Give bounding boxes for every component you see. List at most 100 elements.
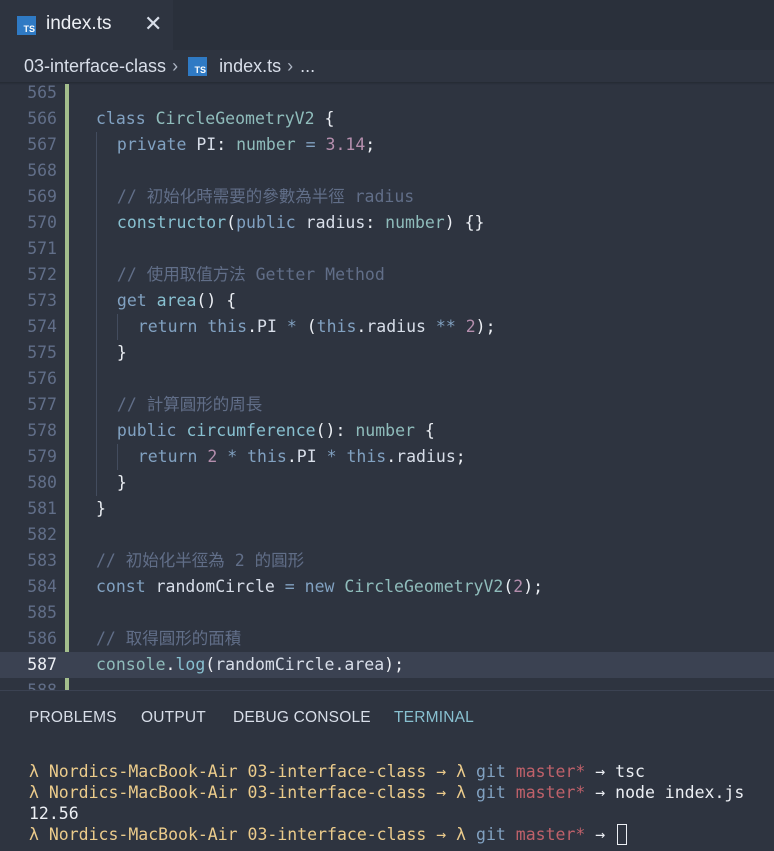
- code-line[interactable]: 568: [0, 158, 774, 184]
- code-text: const randomCircle = new CircleGeometryV…: [96, 574, 543, 600]
- code-line[interactable]: 577 // 計算圓形的周長: [0, 392, 774, 418]
- indent-guide: [96, 418, 97, 444]
- line-number: 581: [27, 499, 57, 518]
- code-text: return 2 * this.PI * this.radius;: [138, 444, 466, 470]
- terminal-git-label: git: [476, 783, 516, 802]
- code-token: *: [276, 317, 307, 336]
- tab-problems[interactable]: PROBLEMS: [29, 709, 117, 727]
- code-token: public: [116, 421, 187, 440]
- indent-guide: [96, 262, 97, 288]
- code-token: radius: [366, 317, 426, 336]
- code-token: 2: [207, 447, 218, 466]
- chevron-right-icon: ›: [172, 55, 179, 76]
- tab-debug-console[interactable]: DEBUG CONSOLE: [233, 709, 371, 727]
- code-line[interactable]: 579 return 2 * this.PI * this.radius;: [0, 444, 774, 470]
- code-token: // 初始化半徑為 2 的圓形: [96, 551, 305, 570]
- breadcrumb-more[interactable]: ...: [300, 56, 315, 77]
- code-line[interactable]: 583 // 初始化半徑為 2 的圓形: [0, 548, 774, 574]
- code-token: randomCircle: [215, 655, 335, 674]
- line-number: 565: [27, 84, 57, 102]
- code-token: CircleGeometryV2: [155, 109, 315, 128]
- code-line[interactable]: 567 private PI: number = 3.14;: [0, 132, 774, 158]
- code-line[interactable]: 578 public circumference(): number {: [0, 418, 774, 444]
- terminal-arrow: →: [585, 825, 616, 844]
- code-token: // 取得圓形的面積: [96, 629, 242, 648]
- line-number: 575: [27, 343, 57, 362]
- code-token: =: [274, 577, 305, 596]
- code-text: // 計算圓形的周長: [117, 392, 262, 418]
- code-token: {: [314, 109, 335, 128]
- tab-terminal[interactable]: TERMINAL: [394, 709, 474, 727]
- code-token: radius: [396, 447, 456, 466]
- code-line[interactable]: 573 get area() {: [0, 288, 774, 314]
- code-line[interactable]: 570 constructor(public radius: number) {}: [0, 210, 774, 236]
- code-token: ;: [455, 447, 466, 466]
- code-line[interactable]: 586 // 取得圓形的面積: [0, 626, 774, 652]
- line-number: 569: [27, 187, 57, 206]
- line-number: 588: [0, 678, 57, 690]
- indent-guide: [96, 158, 97, 184]
- code-line[interactable]: 572 // 使用取值方法 Getter Method: [0, 262, 774, 288]
- code-token: new: [304, 577, 345, 596]
- code-token: ) {}: [444, 213, 485, 232]
- code-token: }: [116, 343, 127, 362]
- code-token: () {: [196, 291, 237, 310]
- code-token: PI: [296, 447, 317, 466]
- code-editor[interactable]: 565 566 class CircleGeometryV2 {567 private…: [0, 84, 774, 690]
- tab-output[interactable]: OUTPUT: [141, 709, 206, 727]
- code-line[interactable]: 580}: [0, 470, 774, 496]
- tab-index-ts[interactable]: TS index.ts ✕: [0, 0, 173, 50]
- line-number: 587: [27, 655, 57, 674]
- terminal-prompt: λ Nordics-MacBook-Air 03-interface-class…: [29, 825, 477, 844]
- code-token: .: [286, 447, 297, 466]
- code-token: return: [137, 317, 208, 336]
- terminal-cursor: [617, 824, 628, 845]
- terminal-command: node index.js: [615, 783, 745, 802]
- code-token: *: [217, 447, 248, 466]
- code-token: );: [523, 577, 544, 596]
- code-line[interactable]: 582: [0, 522, 774, 548]
- code-line[interactable]: 584 const randomCircle = new CircleGeomet…: [0, 574, 774, 600]
- line-number: 586: [27, 629, 57, 648]
- indent-guide: [96, 314, 97, 340]
- code-token: .: [386, 447, 397, 466]
- code-line[interactable]: 566 class CircleGeometryV2 {: [0, 106, 774, 132]
- line-number: 572: [27, 265, 57, 284]
- terminal-output-line: 12.56: [29, 803, 79, 824]
- code-token: (: [205, 655, 216, 674]
- code-line[interactable]: 565: [0, 84, 774, 106]
- code-line[interactable]: 587 console.log(randomCircle.area);: [0, 652, 774, 678]
- bottom-panel: PROBLEMS OUTPUT DEBUG CONSOLE TERMINAL λ…: [0, 690, 774, 851]
- code-token: (: [306, 317, 317, 336]
- code-line[interactable]: 569 // 初始化時需要的參數為半徑 radius: [0, 184, 774, 210]
- line-number: 568: [27, 161, 57, 180]
- code-token: 2: [513, 577, 524, 596]
- code-line[interactable]: 575}: [0, 340, 774, 366]
- code-line[interactable]: 574 return this.PI * (this.radius ** 2);: [0, 314, 774, 340]
- code-line[interactable]: 571: [0, 236, 774, 262]
- code-line[interactable]: 588: [0, 678, 774, 690]
- indent-guide: [96, 132, 97, 158]
- terminal-arrow: →: [585, 762, 616, 781]
- line-number: 580: [27, 473, 57, 492]
- line-number: 585: [27, 603, 57, 622]
- line-number: 566: [27, 109, 57, 128]
- close-icon[interactable]: ✕: [144, 13, 162, 35]
- breadcrumb-file[interactable]: index.ts: [219, 56, 281, 77]
- code-token: =: [295, 135, 326, 154]
- code-token: // 初始化時需要的參數為半徑 radius: [116, 187, 415, 206]
- code-text: get area() {: [117, 288, 236, 314]
- breadcrumb-folder[interactable]: 03-interface-class: [24, 56, 166, 77]
- terminal-git-label: git: [476, 762, 516, 781]
- code-line[interactable]: 585: [0, 600, 774, 626]
- code-token: :: [365, 213, 386, 232]
- code-line[interactable]: 581}: [0, 496, 774, 522]
- code-token: number: [385, 213, 445, 232]
- terminal-branch: master*: [515, 762, 586, 781]
- code-line[interactable]: 576: [0, 366, 774, 392]
- code-token: **: [425, 317, 466, 336]
- code-token: {: [414, 421, 435, 440]
- code-text: // 初始化時需要的參數為半徑 radius: [117, 184, 414, 210]
- code-token: (: [226, 213, 237, 232]
- line-number: 579: [27, 447, 57, 466]
